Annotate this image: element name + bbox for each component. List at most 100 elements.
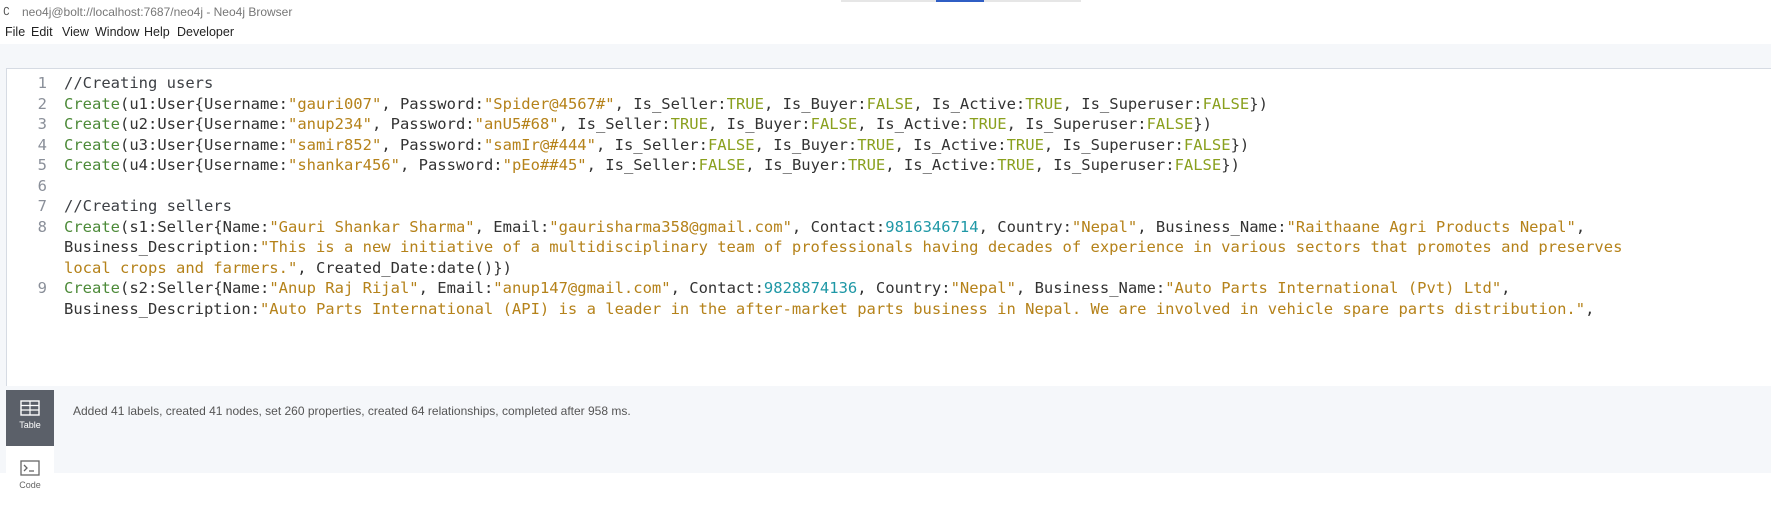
code-text: Business_Description:"Auto Parts Interna…	[64, 298, 1594, 321]
tab-table-label: Table	[19, 420, 41, 430]
result-summary: Added 41 labels, created 41 nodes, set 2…	[73, 404, 631, 418]
code-token: , Is_Active:	[885, 156, 998, 174]
code-token: "samIr@#444"	[483, 135, 596, 154]
code-token: ,	[1501, 279, 1511, 297]
code-token: , Is_Buyer:	[707, 115, 811, 133]
code-token: (u2:User{Username:	[120, 115, 288, 133]
menu-developer[interactable]: Developer	[177, 25, 234, 39]
code-token: , Email:	[418, 279, 494, 297]
code-token: , Country:	[857, 279, 951, 297]
code-icon	[20, 460, 40, 476]
line-number: 9	[37, 279, 47, 297]
code-token: })	[1221, 156, 1240, 174]
code-token: "Nepal"	[1071, 217, 1138, 236]
code-token: , Is_Seller:	[558, 115, 671, 133]
title-bar: ∁ neo4j@bolt://localhost:7687/neo4j - Ne…	[0, 0, 1771, 24]
menu-view[interactable]: View	[62, 25, 89, 39]
code-token: Create	[64, 115, 120, 133]
code-token: ,	[1575, 217, 1586, 236]
code-token: ,	[1585, 299, 1595, 318]
code-token: "Auto Parts International (API) is a lea…	[259, 299, 1586, 318]
menu-edit[interactable]: Edit	[31, 25, 53, 39]
code-token: , Country:	[978, 217, 1072, 236]
code-token: TRUE	[670, 115, 708, 133]
code-token: , Is_Buyer:	[745, 156, 848, 174]
code-token: TRUE	[1006, 135, 1044, 154]
code-token: , Email:	[474, 217, 550, 236]
query-editor[interactable]: 1//Creating users 2 Create(u1:User{Usernam…	[6, 68, 1771, 387]
code-token: "This is a new initiative of a multidisc…	[259, 238, 1623, 256]
code-token: , Is_Superuser:	[1006, 115, 1147, 133]
menu-bar: File Edit View Window Help Developer	[0, 24, 1771, 44]
code-token: Business_Description:	[64, 299, 260, 318]
menu-help[interactable]: Help	[144, 25, 170, 39]
code-token: , Business_Name:	[1015, 279, 1166, 297]
code-token: Create	[64, 279, 120, 297]
code-token: FALSE	[1202, 94, 1250, 113]
code-text: Create(u4:User{Username:"shankar456", Pa…	[64, 154, 1240, 177]
tab-code-label: Code	[19, 480, 41, 490]
code-token: FALSE	[707, 135, 755, 154]
menu-file[interactable]: File	[5, 25, 25, 39]
code-token: "gauri007"	[287, 94, 382, 113]
tab-code[interactable]: Code	[6, 450, 54, 506]
code-token: , Is_Superuser:	[1043, 135, 1184, 154]
code-token: "Spider@4567#"	[483, 94, 615, 113]
code-token: "samir852"	[287, 135, 382, 154]
workspace: 1//Creating users 2 Create(u1:User{Usernam…	[0, 44, 1771, 514]
code-token: "gaurisharma358@gmail.com"	[549, 217, 792, 236]
app-icon: ∁	[3, 6, 10, 18]
code-token: 9828874136	[763, 279, 858, 297]
code-token: , Is_Buyer:	[763, 94, 867, 113]
code-token: FALSE	[1146, 115, 1194, 133]
code-token: "pEo##45"	[502, 156, 587, 174]
code-token: TRUE	[857, 135, 895, 154]
result-view-tabs: Table Code	[6, 390, 54, 514]
code-token: FALSE	[866, 94, 914, 113]
code-token: TRUE	[1025, 94, 1063, 113]
menu-window[interactable]: Window	[95, 25, 139, 39]
code-token: Create	[64, 156, 120, 174]
code-token: TRUE	[997, 156, 1035, 174]
code-token: })	[1193, 115, 1212, 133]
tab-table[interactable]: Table	[6, 390, 54, 446]
code-token: (s1:Seller{Name:	[120, 217, 270, 236]
code-token: , Contact:	[670, 279, 764, 297]
code-token: //Creating sellers	[64, 197, 232, 215]
code-token: , Created_Date:date()})	[297, 258, 512, 277]
table-icon	[20, 400, 40, 416]
code-token: , Password:	[399, 156, 503, 174]
code-token: FALSE	[1174, 156, 1222, 174]
code-token: , Business_Name:	[1137, 217, 1287, 236]
code-token: , Is_Seller:	[595, 135, 708, 154]
code-token: FALSE	[698, 156, 746, 174]
code-token: , Is_Superuser:	[1034, 156, 1175, 174]
code-token: "Raithaane Agri Products Nepal"	[1286, 217, 1576, 236]
code-token: (u1:User{Username:	[120, 94, 288, 113]
code-token: , Is_Active:	[913, 94, 1026, 113]
code-token: //Creating users	[64, 74, 214, 92]
code-token: TRUE	[969, 115, 1007, 133]
code-token: Business_Description:	[64, 238, 260, 256]
code-token: Create	[64, 135, 120, 154]
code-token: Create	[64, 94, 120, 113]
result-frame: Table Code Added 41 labels, created 41 n…	[0, 386, 1771, 514]
code-token: "shankar456"	[287, 156, 400, 174]
code-token: "anup234"	[287, 115, 372, 133]
code-token: "Anup Raj Rijal"	[269, 279, 419, 297]
code-token: })	[1249, 94, 1268, 113]
code-token: "anU5#68"	[474, 115, 559, 133]
code-token: "Auto Parts International (Pvt) Ltd"	[1165, 279, 1502, 297]
code-token: , Is_Active:	[857, 115, 970, 133]
code-token: TRUE	[847, 156, 886, 174]
code-token: TRUE	[726, 94, 764, 113]
code-token: Create	[64, 217, 120, 236]
code-token: , Is_Active:	[894, 135, 1007, 154]
top-tab-active-indicator	[936, 0, 984, 2]
code-token: "anup147@gmail.com"	[493, 279, 671, 297]
code-token: "Gauri Shankar Sharma"	[269, 217, 475, 236]
code-token: , Is_Seller:	[586, 156, 699, 174]
window-title: neo4j@bolt://localhost:7687/neo4j - Neo4…	[22, 5, 293, 19]
code-token: FALSE	[810, 115, 858, 133]
code-token: (s2:Seller{Name:	[120, 279, 270, 297]
